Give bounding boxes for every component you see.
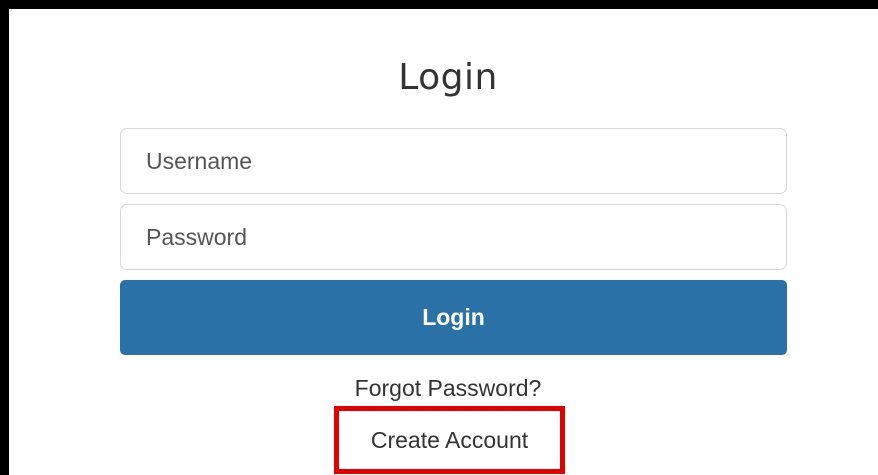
password-input[interactable]	[120, 204, 787, 270]
username-input[interactable]	[120, 128, 787, 194]
forgot-password-link[interactable]: Forgot Password?	[9, 375, 878, 402]
login-title: Login	[398, 57, 498, 98]
create-account-link[interactable]: Create Account	[334, 427, 565, 454]
login-button[interactable]: Login	[120, 280, 787, 355]
login-panel: Login Login Forgot Password? Create Acco…	[0, 0, 878, 475]
